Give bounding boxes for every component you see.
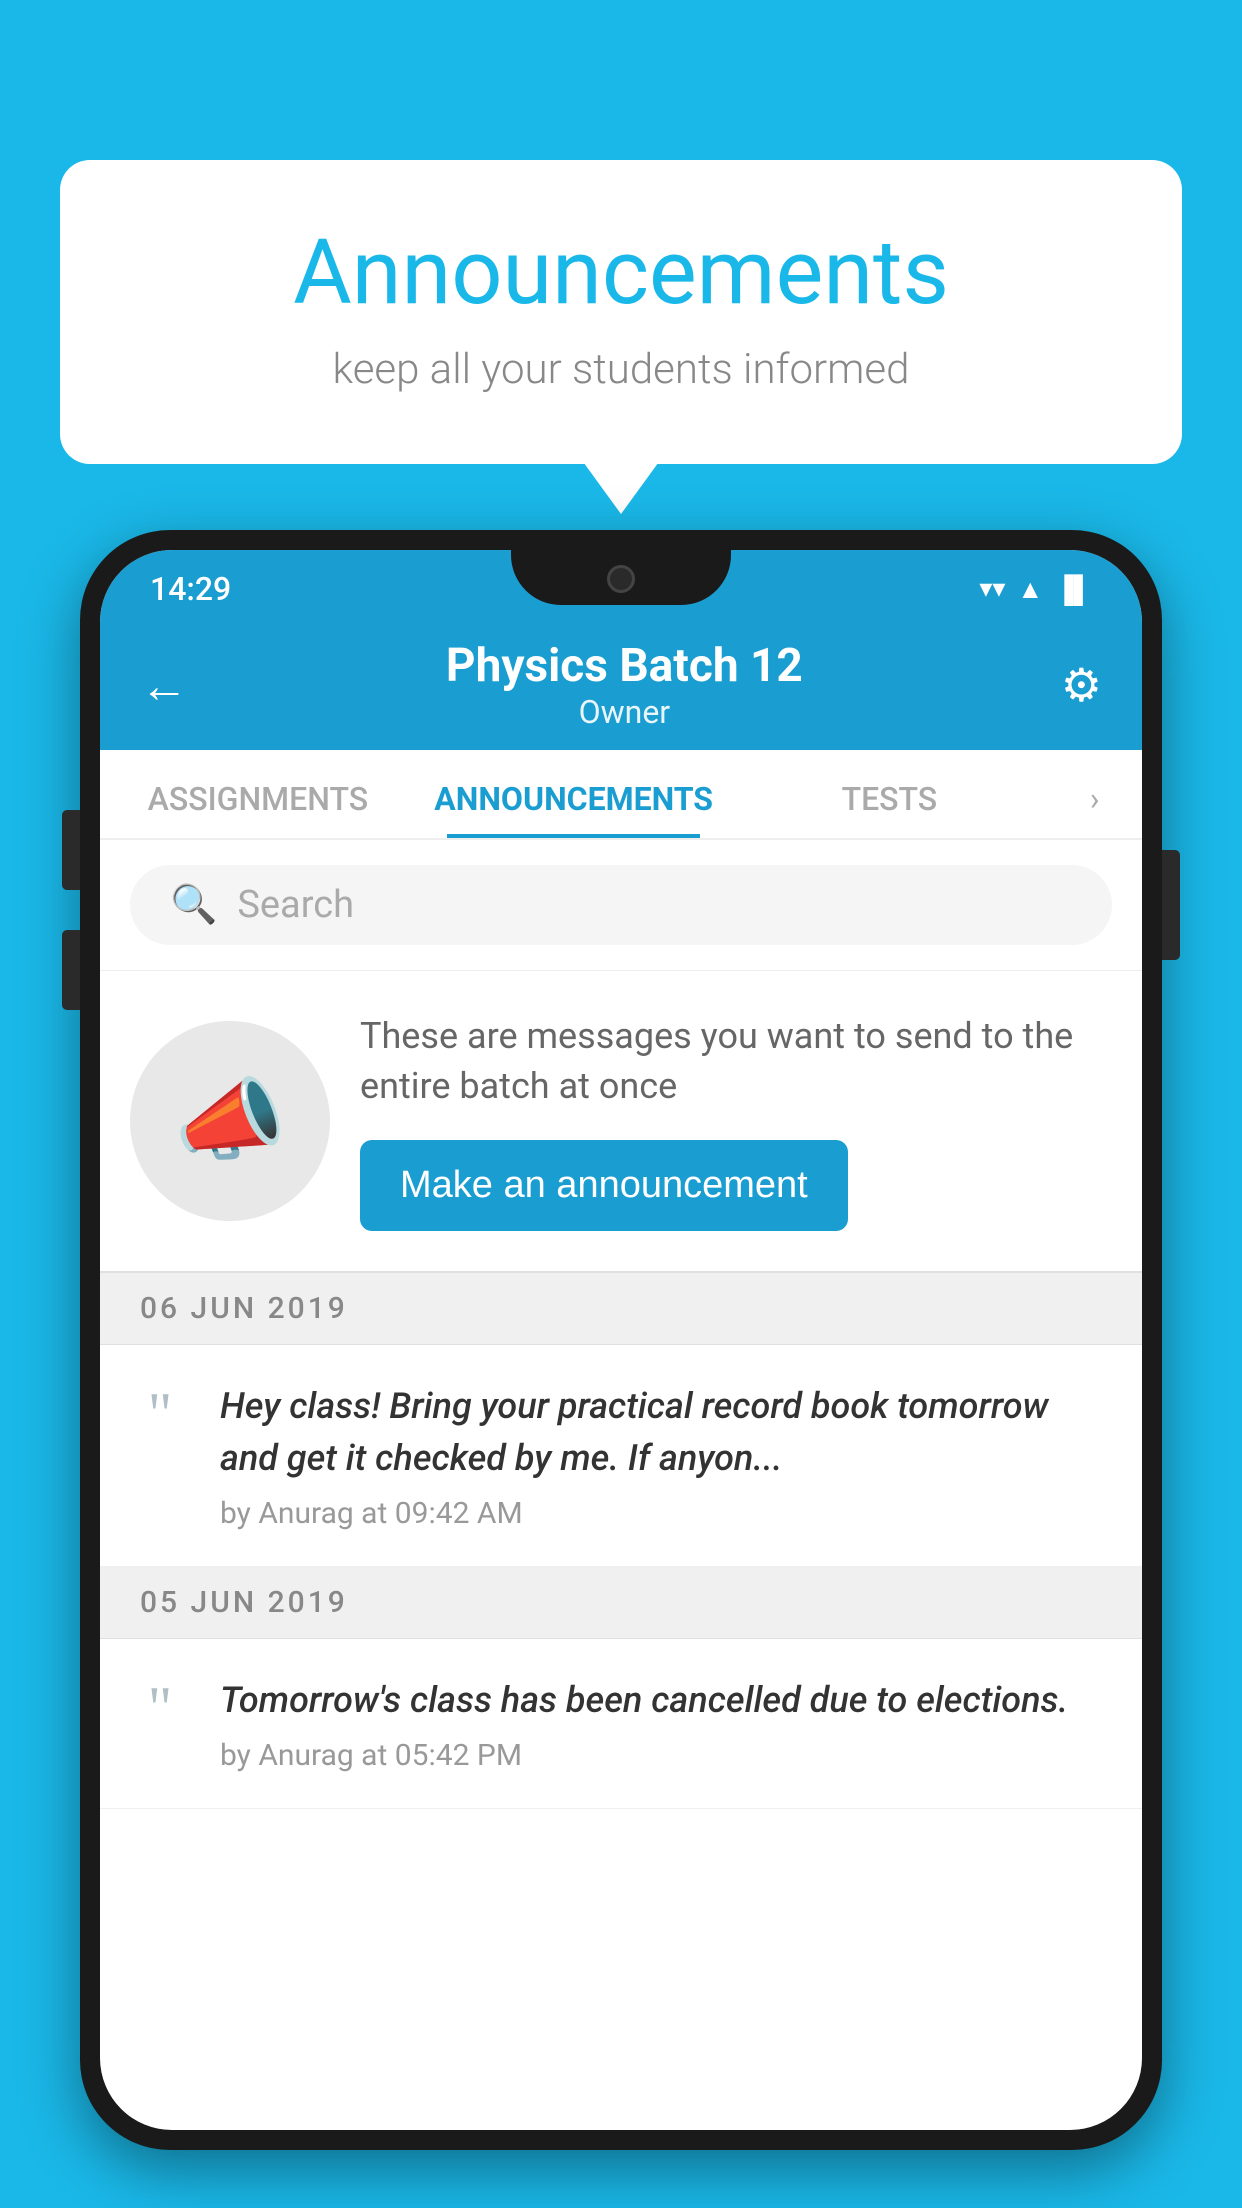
- announcements-tagline: keep all your students informed: [140, 345, 1102, 394]
- search-bar[interactable]: 🔍 Search: [130, 865, 1112, 945]
- status-time: 14:29: [150, 570, 231, 608]
- tab-assignments[interactable]: ASSIGNMENTS: [100, 780, 416, 838]
- announcement-meta-1: by Anurag at 09:42 AM: [220, 1496, 1112, 1531]
- announcements-heading: Announcements: [140, 220, 1102, 325]
- wifi-icon: ▾▾: [979, 574, 1005, 604]
- announcement-promo: 📣 These are messages you want to send to…: [100, 971, 1142, 1273]
- phone-screen: 14:29 ▾▾ ▲ ▐▌ ← Physics Batch 12 Owner ⚙: [100, 550, 1142, 2130]
- volume-up-button: [62, 810, 80, 890]
- volume-down-button: [62, 930, 80, 1010]
- announcement-text-1: Hey class! Bring your practical record b…: [220, 1380, 1112, 1484]
- tab-more: ›: [1047, 780, 1142, 838]
- signal-icon: ▲: [1017, 574, 1043, 605]
- speech-bubble-card: Announcements keep all your students inf…: [60, 160, 1182, 464]
- power-button: [1162, 850, 1180, 960]
- promo-right: These are messages you want to send to t…: [360, 1011, 1112, 1231]
- tab-announcements[interactable]: ANNOUNCEMENTS: [416, 780, 732, 838]
- back-button[interactable]: ←: [140, 657, 188, 714]
- megaphone-circle: 📣: [130, 1021, 330, 1221]
- promo-description: These are messages you want to send to t…: [360, 1011, 1112, 1112]
- header-title: Physics Batch 12: [446, 639, 803, 693]
- header-subtitle: Owner: [446, 693, 803, 731]
- quote-icon-2: ": [130, 1684, 190, 1732]
- settings-icon[interactable]: ⚙: [1061, 658, 1102, 713]
- search-container: 🔍 Search: [100, 840, 1142, 971]
- quote-icon-1: ": [130, 1390, 190, 1438]
- announcement-content-1: Hey class! Bring your practical record b…: [220, 1380, 1112, 1531]
- tab-tests[interactable]: TESTS: [732, 780, 1048, 838]
- announcement-content-2: Tomorrow's class has been cancelled due …: [220, 1674, 1112, 1773]
- header-center: Physics Batch 12 Owner: [446, 639, 803, 731]
- make-announcement-button[interactable]: Make an announcement: [360, 1140, 848, 1231]
- announcement-item-1[interactable]: " Hey class! Bring your practical record…: [100, 1345, 1142, 1567]
- app-header: ← Physics Batch 12 Owner ⚙: [100, 620, 1142, 750]
- search-placeholder: Search: [237, 883, 354, 927]
- date-divider-2: 05 JUN 2019: [100, 1567, 1142, 1639]
- announcement-text-2: Tomorrow's class has been cancelled due …: [220, 1674, 1112, 1726]
- date-divider-1: 06 JUN 2019: [100, 1273, 1142, 1345]
- announcement-meta-2: by Anurag at 05:42 PM: [220, 1738, 1112, 1773]
- status-icons: ▾▾ ▲ ▐▌: [979, 574, 1092, 605]
- search-icon: 🔍: [170, 883, 217, 927]
- battery-icon: ▐▌: [1055, 574, 1092, 605]
- megaphone-icon: 📣: [174, 1068, 286, 1173]
- phone-notch: [511, 550, 731, 605]
- announcement-item-2[interactable]: " Tomorrow's class has been cancelled du…: [100, 1639, 1142, 1809]
- tabs-container: ASSIGNMENTS ANNOUNCEMENTS TESTS ›: [100, 750, 1142, 840]
- phone-outer-frame: 14:29 ▾▾ ▲ ▐▌ ← Physics Batch 12 Owner ⚙: [80, 530, 1162, 2150]
- front-camera: [607, 565, 635, 593]
- speech-bubble-section: Announcements keep all your students inf…: [60, 160, 1182, 464]
- phone-mockup: 14:29 ▾▾ ▲ ▐▌ ← Physics Batch 12 Owner ⚙: [80, 530, 1162, 2208]
